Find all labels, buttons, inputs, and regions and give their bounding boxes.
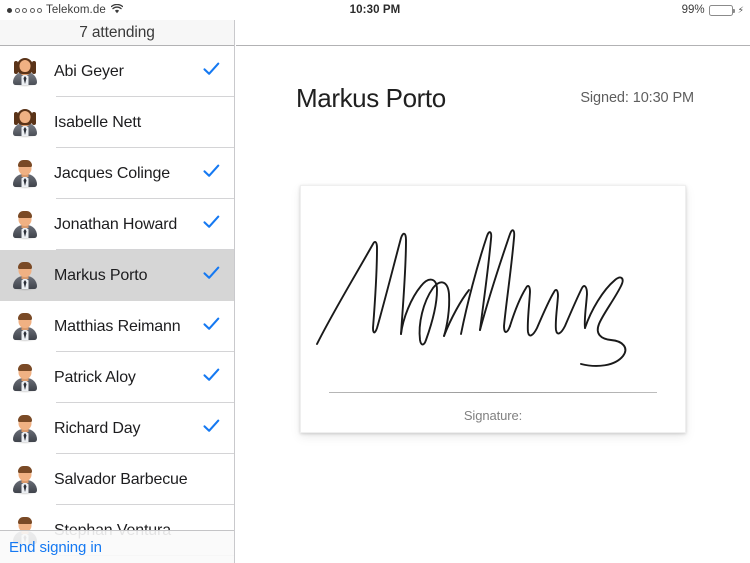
checkmark-icon bbox=[203, 164, 220, 183]
attendee-name: Salvador Barbecue bbox=[54, 470, 188, 488]
end-signing-in-button[interactable]: End signing in bbox=[9, 539, 102, 556]
avatar bbox=[10, 260, 40, 291]
attendee-name: Richard Day bbox=[54, 419, 141, 437]
ipad-signing-app: Telekom.de 10:30 PM 99% ⚡ 7 attending Ab… bbox=[0, 0, 750, 563]
attendee-name: Jonathan Howard bbox=[54, 215, 178, 233]
signature-card[interactable]: Signature: bbox=[300, 185, 686, 433]
battery-percent-label: 99% bbox=[681, 4, 705, 16]
attendee-name: Patrick Aloy bbox=[54, 368, 136, 386]
status-bar-clock: 10:30 PM bbox=[349, 4, 401, 16]
avatar-hair bbox=[18, 466, 32, 473]
attendee-row[interactable]: Isabelle Nett bbox=[0, 97, 234, 148]
avatar-hair bbox=[18, 517, 32, 524]
attendee-name: Jacques Colinge bbox=[54, 164, 171, 182]
attendee-list[interactable]: Abi Geyer Isabelle Nett Jacques Colinge Jon… bbox=[0, 46, 234, 563]
avatar bbox=[10, 413, 40, 444]
sidebar-panel: 7 attending Abi Geyer Isabelle Nett Jacque… bbox=[0, 20, 235, 563]
attendee-row[interactable]: Matthias Reimann bbox=[0, 301, 234, 352]
avatar-hair-left bbox=[14, 61, 18, 74]
checkmark-icon bbox=[203, 419, 220, 438]
avatar-hair bbox=[18, 262, 32, 269]
attendee-name: Matthias Reimann bbox=[54, 317, 181, 335]
attendee-row[interactable]: Abi Geyer bbox=[0, 46, 234, 97]
detail-panel: Markus Porto Signed: 10:30 PM Signature: bbox=[236, 20, 750, 563]
avatar-hair-right bbox=[32, 61, 36, 74]
signature-caption: Signature: bbox=[463, 408, 523, 423]
avatar-head bbox=[19, 111, 31, 123]
attendee-row[interactable]: Richard Day bbox=[0, 403, 234, 454]
signature-baseline bbox=[329, 392, 657, 393]
avatar bbox=[10, 56, 40, 87]
avatar-hair bbox=[18, 415, 32, 422]
avatar-hair-right bbox=[32, 112, 36, 125]
page-title: Markus Porto bbox=[296, 82, 446, 113]
avatar bbox=[10, 311, 40, 342]
checkmark-icon bbox=[203, 62, 220, 81]
avatar-hair bbox=[18, 364, 32, 371]
avatar-hair bbox=[18, 160, 32, 167]
attendee-row[interactable]: Markus Porto bbox=[0, 250, 234, 301]
sidebar-bottom-toolbar: End signing in bbox=[0, 530, 234, 563]
checkmark-icon bbox=[203, 317, 220, 336]
attendee-name: Markus Porto bbox=[54, 266, 148, 284]
avatar bbox=[10, 464, 40, 495]
detail-navigation-bar bbox=[236, 20, 750, 46]
checkmark-icon bbox=[203, 266, 220, 285]
status-bar-right: 99% ⚡ bbox=[682, 4, 744, 16]
signed-timestamp: Signed: 10:30 PM bbox=[580, 90, 694, 106]
battery-icon bbox=[708, 4, 736, 16]
avatar-hair-left bbox=[14, 112, 18, 125]
attendee-row[interactable]: Patrick Aloy bbox=[0, 352, 234, 403]
avatar-head bbox=[19, 60, 31, 72]
avatar-hair bbox=[18, 313, 32, 320]
signature-drawing bbox=[311, 194, 677, 384]
status-bar: Telekom.de 10:30 PM 99% ⚡ bbox=[0, 0, 750, 20]
avatar bbox=[10, 107, 40, 138]
checkmark-icon bbox=[203, 368, 220, 387]
attendee-row[interactable]: Salvador Barbecue bbox=[0, 454, 234, 505]
lightning-bolt-icon: ⚡ bbox=[737, 4, 744, 15]
attendee-name: Abi Geyer bbox=[54, 62, 124, 80]
avatar bbox=[10, 158, 40, 189]
attendee-row[interactable]: Jonathan Howard bbox=[0, 199, 234, 250]
avatar bbox=[10, 362, 40, 393]
attending-count-title: 7 attending bbox=[79, 23, 155, 41]
sidebar-navigation-bar: 7 attending bbox=[0, 20, 234, 46]
avatar bbox=[10, 209, 40, 240]
avatar-hair bbox=[18, 211, 32, 218]
detail-header: Markus Porto Signed: 10:30 PM bbox=[236, 76, 750, 120]
attendee-row[interactable]: Jacques Colinge bbox=[0, 148, 234, 199]
attendee-name: Isabelle Nett bbox=[54, 113, 141, 131]
checkmark-icon bbox=[203, 215, 220, 234]
